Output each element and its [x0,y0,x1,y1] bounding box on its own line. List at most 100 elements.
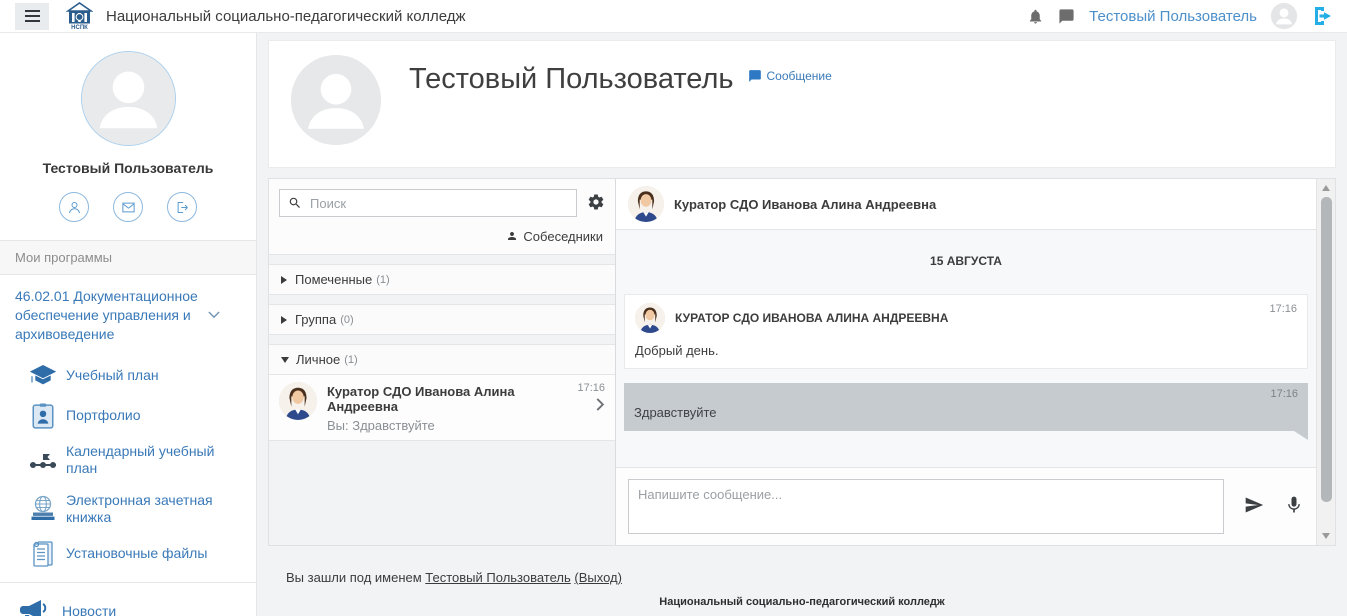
outgoing-message: 17:16 Здравствуйте [624,383,1308,431]
group-private[interactable]: Личное (1) [269,344,615,374]
sidebar-item-label: Портфолио [66,407,141,425]
sidebar-item-news[interactable]: Новости [0,583,256,616]
footer-login-info: Вы зашли под именем Тестовый Пользовател… [286,570,622,585]
user-icon [67,200,82,215]
globe-books-icon [28,496,58,522]
send-button[interactable] [1244,495,1264,518]
scroll-down-arrow-icon[interactable] [1322,533,1330,539]
group-group[interactable]: Группа (0) [269,304,615,335]
sidebar-item-calendar-plan[interactable]: Календарный учебный план [0,436,256,485]
portfolio-id-card-icon [28,403,58,429]
logout-icon [175,200,190,215]
person-silhouette-icon [82,52,175,145]
contacts-tab[interactable]: Собеседники [269,225,615,255]
conversation-list-item[interactable]: Куратор СДО Иванова Алина Андреевна Вы: … [269,374,615,441]
timeline-milestones-icon [28,447,58,473]
footer-college-name: Национальный социально-педагогический ко… [257,596,1347,608]
chat-messages-area: 15 АВГУСТА [616,230,1316,467]
logged-in-user-link[interactable]: Тестовый Пользователь [425,570,570,585]
search-box[interactable] [279,189,577,217]
conversation-info: Куратор СДО Иванова Алина Андреевна Вы: … [327,382,571,433]
group-starred[interactable]: Помеченные (1) [269,264,615,295]
logout-link[interactable]: (Выход) [574,570,622,585]
group-count: (1) [344,354,357,366]
conversation-time: 17:16 [577,382,605,394]
graduation-cap-icon [28,363,58,389]
group-count: (1) [376,274,389,286]
triangle-right-icon [281,276,287,284]
envelope-icon [121,200,136,215]
message-author: КУРАТОР СДО ИВАНОВА АЛИНА АНДРЕЕВНА [675,311,948,325]
curator-avatar [628,186,664,222]
sidebar: Тестовый Пользователь [0,33,257,616]
topbar-right: Тестовый Пользователь [1027,3,1335,29]
college-logo[interactable]: НСПК [66,2,93,30]
sidebar-item-gradebook[interactable]: Электронная зачетная книжка [0,485,256,534]
paper-plane-icon [1244,495,1264,515]
woman-avatar-icon [628,186,664,222]
scrollbar-thumb[interactable] [1321,197,1332,502]
program-label: 46.02.01 Документационное обеспечение уп… [15,287,200,344]
group-label: Группа [295,312,336,327]
send-message-link[interactable]: Сообщение [748,69,832,153]
chat-scrollbar [1316,179,1335,545]
chevron-down-icon [208,311,220,319]
sidebar-item-setup-files[interactable]: Установочные файлы [0,534,256,574]
conversation-meta: 17:16 [577,382,605,433]
app-root: НСПК Национальный социально-педагогическ… [0,0,1347,616]
triangle-down-icon [281,357,289,363]
scroll-up-arrow-icon[interactable] [1322,185,1330,191]
curator-avatar [635,303,665,333]
settings-button[interactable] [587,193,605,214]
chat-bubble-icon [748,69,762,83]
search-input[interactable] [310,196,568,211]
group-label: Помеченные [295,272,372,287]
sidebar-program-item[interactable]: 46.02.01 Документационное обеспечение уп… [0,275,256,356]
hamburger-menu-button[interactable] [15,3,49,30]
topbar-username-link[interactable]: Тестовый Пользователь [1089,8,1257,25]
voice-message-button[interactable] [1284,495,1304,518]
topbar: НСПК Национальный социально-педагогическ… [0,0,1347,33]
megaphone-icon [14,597,54,616]
mail-button[interactable] [113,192,143,222]
topbar-user-avatar[interactable] [1271,3,1297,29]
sidebar-profile-actions [0,192,256,240]
woman-avatar-icon [279,382,317,420]
chat-header: Куратор СДО Иванова Алина Андреевна [616,179,1316,230]
logout-icon[interactable] [1311,4,1335,28]
message-text: Добрый день. [635,343,1297,358]
messages-bubble-icon[interactable] [1058,8,1075,25]
my-programs-header: Мои программы [0,240,256,275]
profile-button[interactable] [59,192,89,222]
gear-icon [587,193,605,211]
group-count: (0) [340,314,353,326]
topbar-title: Национальный социально-педагогический ко… [106,8,466,25]
sidebar-user-avatar[interactable] [81,51,176,146]
conversation-preview: Вы: Здравствуйте [327,418,571,433]
sidebar-item-label: Календарный учебный план [66,443,246,478]
sidebar-item-label: Установочные файлы [66,545,207,563]
sidebar-item-label: Электронная зачетная книжка [66,492,216,527]
college-logo-icon: НСПК [66,2,93,30]
main-content: Тестовый Пользователь Сообщение [257,33,1347,616]
person-silhouette-icon [291,55,381,145]
sidebar-item-curriculum[interactable]: Учебный план [0,356,256,396]
curator-avatar [279,382,317,420]
sidebar-item-portfolio[interactable]: Портфолио [0,396,256,436]
page-title: Тестовый Пользователь [409,63,734,153]
message-input[interactable] [628,479,1224,534]
logout-button[interactable] [167,192,197,222]
message-time: 17:16 [1269,303,1297,315]
triangle-right-icon [281,316,287,324]
sidebar-profile-block: Тестовый Пользователь [0,33,256,240]
microphone-icon [1284,495,1304,515]
search-row [269,179,615,225]
woman-avatar-icon [635,303,665,333]
chat-partner-name: Куратор СДО Иванова Алина Андреевна [674,197,936,212]
documents-icon [28,541,58,567]
notifications-bell-icon[interactable] [1027,8,1044,25]
message-time: 17:16 [634,388,1298,400]
login-prefix: Вы зашли под именем [286,570,422,585]
profile-header-card: Тестовый Пользователь Сообщение [268,40,1336,168]
chat-panel: Куратор СДО Иванова Алина Андреевна 15 А… [616,179,1316,545]
